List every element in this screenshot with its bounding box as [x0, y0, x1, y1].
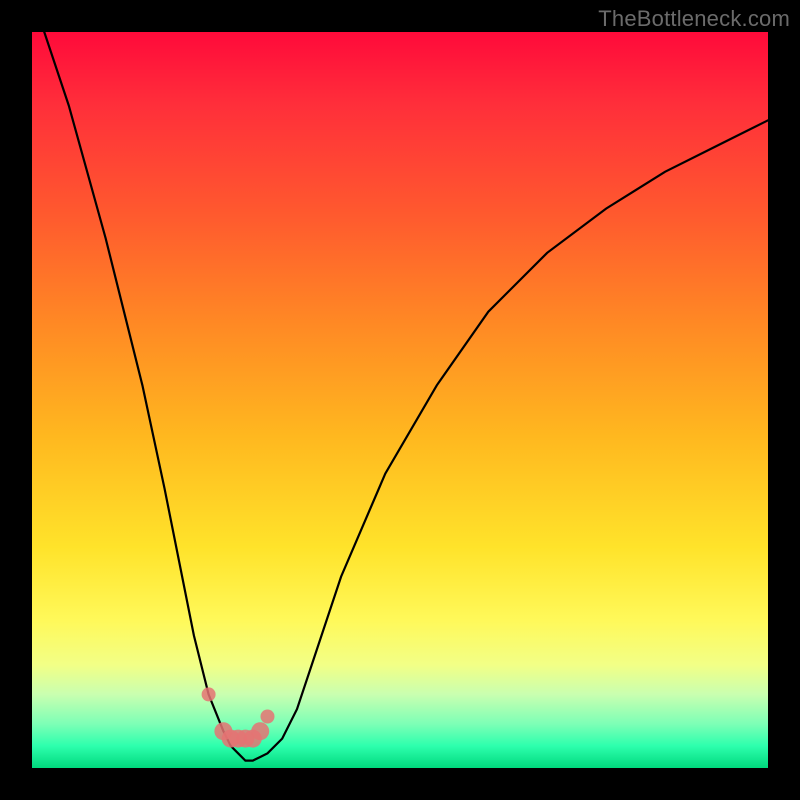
marker-point	[202, 687, 216, 701]
marker-point	[261, 710, 275, 724]
watermark-text: TheBottleneck.com	[598, 6, 790, 32]
marker-point	[251, 722, 269, 740]
bottleneck-curve	[32, 32, 768, 768]
highlight-markers	[202, 687, 275, 747]
plot-area	[32, 32, 768, 768]
